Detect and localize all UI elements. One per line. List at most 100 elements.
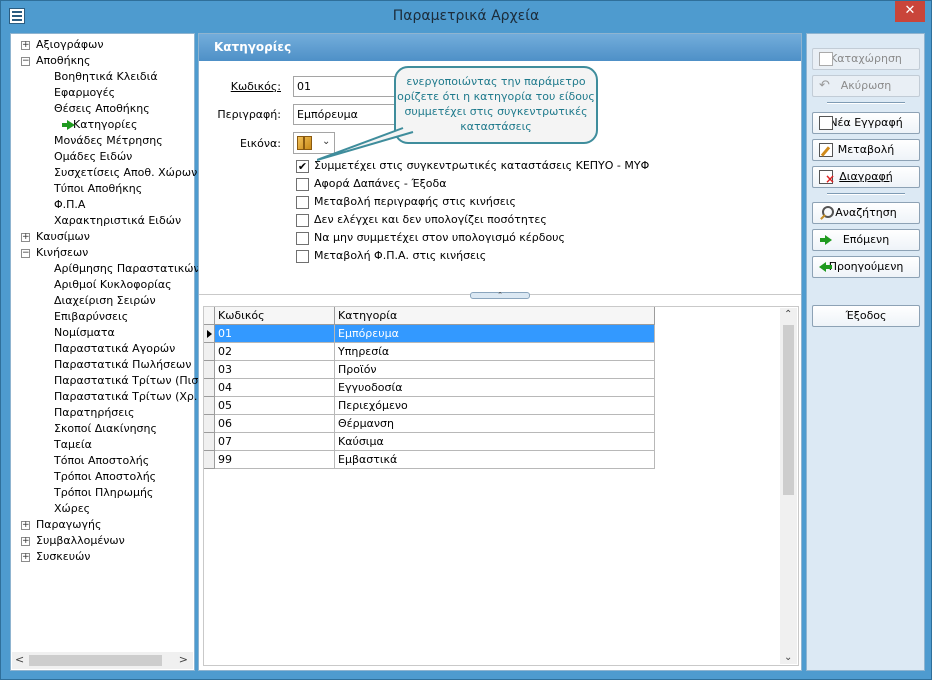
expand-icon[interactable]: + xyxy=(21,521,30,530)
row-indicator[interactable] xyxy=(204,451,215,469)
row-indicator[interactable] xyxy=(204,415,215,433)
cell-code[interactable]: 01 xyxy=(215,325,335,343)
cancel-button[interactable]: Ακύρωση xyxy=(812,75,920,97)
table-row[interactable]: 02 Υπηρεσία xyxy=(204,343,656,361)
cell-category[interactable]: Υπηρεσία xyxy=(335,343,655,361)
cell-category[interactable]: Εμπόρευμα xyxy=(335,325,655,343)
tree-item[interactable]: Τρόποι Πληρωμής xyxy=(54,485,153,501)
tree-item[interactable]: Θέσεις Αποθήκης xyxy=(54,101,150,117)
tree-item[interactable]: Τύποι Αποθήκης xyxy=(54,181,142,197)
table-row[interactable]: 07 Καύσιμα xyxy=(204,433,656,451)
cell-category[interactable]: Καύσιμα xyxy=(335,433,655,451)
grid-vertical-scrollbar[interactable]: ⌃ ⌄ xyxy=(780,308,797,664)
scroll-thumb[interactable] xyxy=(29,655,162,666)
table-row[interactable]: 03 Προϊόν xyxy=(204,361,656,379)
table-row[interactable]: 06 Θέρμανση xyxy=(204,415,656,433)
tree-item[interactable]: Νομίσματα xyxy=(54,325,115,341)
scroll-up-icon[interactable]: ⌃ xyxy=(784,309,792,320)
tree-item[interactable]: Συσχετίσεις Αποθ. Χώρων xyxy=(54,165,197,181)
header-indicator xyxy=(204,307,215,325)
tree-item[interactable]: Χώρες xyxy=(54,501,90,517)
cell-code[interactable]: 04 xyxy=(215,379,335,397)
tree-item[interactable]: Αρίθμησης Παραστατικών xyxy=(54,261,200,277)
expand-icon[interactable]: + xyxy=(21,537,30,546)
row-indicator[interactable] xyxy=(204,379,215,397)
table-row[interactable]: 99 Εμβαστικά xyxy=(204,451,656,469)
checkbox[interactable] xyxy=(296,196,309,209)
tooltip-pointer xyxy=(317,127,414,161)
cell-code[interactable]: 06 xyxy=(215,415,335,433)
scroll-right-icon[interactable]: > xyxy=(179,653,188,666)
tree-group-label: Συμβαλλομένων xyxy=(36,534,125,547)
row-indicator[interactable] xyxy=(204,433,215,451)
scroll-down-icon[interactable]: ⌄ xyxy=(784,652,792,663)
row-indicator[interactable] xyxy=(204,325,215,343)
checkbox[interactable] xyxy=(296,178,309,191)
tree-item[interactable]: Σκοποί Διακίνησης xyxy=(54,421,157,437)
tree-item[interactable]: Χαρακτηριστικά Ειδών xyxy=(54,213,181,229)
cell-code[interactable]: 99 xyxy=(215,451,335,469)
cell-code[interactable]: 07 xyxy=(215,433,335,451)
expand-icon[interactable]: + xyxy=(21,233,30,242)
collapse-icon[interactable]: − xyxy=(21,57,30,66)
row-indicator[interactable] xyxy=(204,343,215,361)
tree-item[interactable]: Παραστατικά Τρίτων (Πιστ.) xyxy=(54,373,213,389)
table-row[interactable]: 04 Εγγυοδοσία xyxy=(204,379,656,397)
cell-category[interactable]: Θέρμανση xyxy=(335,415,655,433)
table-row[interactable]: 05 Περιεχόμενο xyxy=(204,397,656,415)
new-record-button[interactable]: Νέα Εγγραφή xyxy=(812,112,920,134)
checkbox[interactable] xyxy=(296,232,309,245)
exit-button[interactable]: Έξοδος xyxy=(812,305,920,327)
cell-code[interactable]: 02 xyxy=(215,343,335,361)
tree-group-label: Αποθήκης xyxy=(36,54,91,67)
row-indicator[interactable] xyxy=(204,361,215,379)
cell-category[interactable]: Προϊόν xyxy=(335,361,655,379)
next-button[interactable]: Επόμενη xyxy=(812,229,920,251)
tree-item[interactable]: Παρατηρήσεις xyxy=(54,405,134,421)
cell-category[interactable]: Εμβαστικά xyxy=(335,451,655,469)
table-row[interactable]: 01 Εμπόρευμα xyxy=(204,325,656,343)
tree-item[interactable]: Παραστατικά Πωλήσεων xyxy=(54,357,191,373)
row-indicator[interactable] xyxy=(204,397,215,415)
tree-item[interactable]: Ταμεία xyxy=(54,437,92,453)
tree-item[interactable]: Αριθμοί Κυκλοφορίας xyxy=(54,277,172,293)
scroll-left-icon[interactable]: < xyxy=(15,653,24,666)
save-button[interactable]: Καταχώρηση xyxy=(812,48,920,70)
delete-button[interactable]: Διαγραφή xyxy=(812,166,920,188)
checkbox[interactable] xyxy=(296,250,309,263)
checkbox[interactable] xyxy=(296,214,309,227)
tree-item[interactable]: Μονάδες Μέτρησης xyxy=(54,133,163,149)
tree-item[interactable]: Παραστατικά Αγορών xyxy=(54,341,175,357)
cell-category[interactable]: Εγγυοδοσία xyxy=(335,379,655,397)
new-record-label: Νέα Εγγραφή xyxy=(829,116,903,129)
previous-button[interactable]: Προηγούμενη xyxy=(812,256,920,278)
tree-item[interactable]: Ομάδες Ειδών xyxy=(54,149,132,165)
tree-item[interactable]: Τόποι Αποστολής xyxy=(54,453,149,469)
panel-splitter[interactable]: ⌃ xyxy=(199,292,801,302)
checkbox[interactable]: ✔ xyxy=(296,160,309,173)
title-bar[interactable]: Παραμετρικά Αρχεία ✕ xyxy=(1,1,931,32)
tree-item[interactable]: Κατηγορίες xyxy=(73,117,137,133)
cell-code[interactable]: 03 xyxy=(215,361,335,379)
search-button[interactable]: Αναζήτηση xyxy=(812,202,920,224)
tree-item[interactable]: Επιβαρύνσεις xyxy=(54,309,128,325)
column-header-category[interactable]: Κατηγορία xyxy=(335,307,655,325)
cell-code[interactable]: 05 xyxy=(215,397,335,415)
tree-item[interactable]: Διαχείριση Σειρών xyxy=(54,293,156,309)
tree-item[interactable]: Φ.Π.Α xyxy=(54,197,85,213)
column-header-code[interactable]: Κωδικός xyxy=(215,307,335,325)
tree-item[interactable]: Τρόποι Αποστολής xyxy=(54,469,156,485)
expand-icon[interactable]: + xyxy=(21,41,30,50)
new-document-icon xyxy=(819,116,833,130)
edit-button[interactable]: Μεταβολή xyxy=(812,139,920,161)
expand-icon[interactable]: + xyxy=(21,553,30,562)
tree-item[interactable]: Εφαρμογές xyxy=(54,85,115,101)
close-button[interactable]: ✕ xyxy=(895,1,925,22)
tree-horizontal-scrollbar[interactable]: < > xyxy=(12,652,193,669)
splitter-grip[interactable]: ⌃ xyxy=(470,292,530,299)
scroll-thumb[interactable] xyxy=(783,325,794,495)
cell-category[interactable]: Περιεχόμενο xyxy=(335,397,655,415)
tree-item[interactable]: Παραστατικά Τρίτων (Χρ.) xyxy=(54,389,202,405)
tree-item[interactable]: Βοηθητικά Κλειδιά xyxy=(54,69,158,85)
collapse-icon[interactable]: − xyxy=(21,249,30,258)
